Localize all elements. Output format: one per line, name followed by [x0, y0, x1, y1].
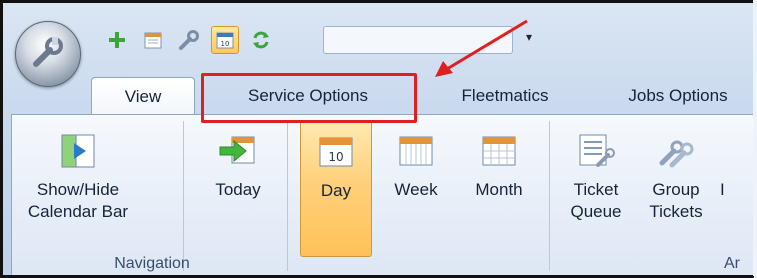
ticket-queue-button[interactable]: Ticket Queue: [560, 121, 632, 261]
button-label: Group: [652, 180, 700, 199]
svg-text:10: 10: [221, 40, 230, 48]
today-arrow-icon: [219, 136, 255, 164]
ribbon-panel: Show/Hide Calendar Bar Today 10 Day Week…: [11, 114, 754, 275]
add-icon: [109, 32, 125, 48]
button-label: Queue: [570, 202, 622, 221]
annotation-arrow-icon: [435, 19, 528, 77]
highlight-box: [201, 73, 417, 123]
button-label: Tickets: [649, 202, 703, 221]
button-label: Ticket: [573, 180, 619, 199]
show-hide-calendar-bar-button[interactable]: Show/Hide Calendar Bar: [18, 121, 138, 261]
button-label: Month: [475, 180, 523, 199]
app-window: 10 ▾ View Service Options Fleetmatics Jo…: [0, 0, 754, 278]
divider: [549, 121, 550, 271]
group-tickets-button[interactable]: Group Tickets: [638, 121, 714, 261]
button-label: I: [720, 180, 725, 199]
quick-access-toolbar: 10: [103, 25, 275, 55]
window-edge: [753, 0, 757, 276]
wrench-icon: [33, 37, 63, 67]
calendar-list-button[interactable]: [139, 26, 167, 54]
group-tickets-icon: [659, 140, 694, 168]
calendar-list-icon: [144, 32, 162, 49]
refresh-icon: [253, 31, 269, 49]
divider: [287, 121, 288, 271]
month-view-icon: [482, 136, 516, 166]
day-view-button[interactable]: 10 Day: [300, 121, 372, 257]
add-button[interactable]: [103, 26, 131, 54]
button-label: Today: [215, 180, 261, 199]
day-view-icon: 10: [319, 137, 353, 167]
refresh-button[interactable]: [247, 26, 275, 54]
wrench-button[interactable]: [175, 26, 203, 54]
tab-jobs-options[interactable]: Jobs Options: [603, 77, 753, 115]
ticket-queue-icon: [579, 134, 615, 167]
month-view-button[interactable]: Month: [460, 121, 538, 261]
group-label-arrange: Ar: [724, 255, 740, 272]
tab-view[interactable]: View: [91, 77, 195, 115]
button-label: Day: [320, 181, 352, 200]
day-calendar-icon: 10: [216, 32, 234, 49]
week-view-button[interactable]: Week: [382, 121, 450, 261]
week-view-icon: [399, 136, 433, 166]
wrench-icon: [179, 30, 199, 50]
svg-text:10: 10: [328, 150, 343, 164]
group-label-navigation: Navigation: [114, 255, 190, 272]
cut-off-button[interactable]: I: [720, 121, 750, 261]
today-button[interactable]: Today: [198, 121, 278, 261]
divider: [183, 121, 184, 271]
calendar-bar-icon: [61, 134, 95, 168]
day-calendar-button[interactable]: 10: [211, 26, 239, 54]
button-label: Week: [394, 180, 438, 199]
button-label: Calendar Bar: [27, 202, 129, 221]
button-label: Show/Hide: [36, 180, 120, 199]
